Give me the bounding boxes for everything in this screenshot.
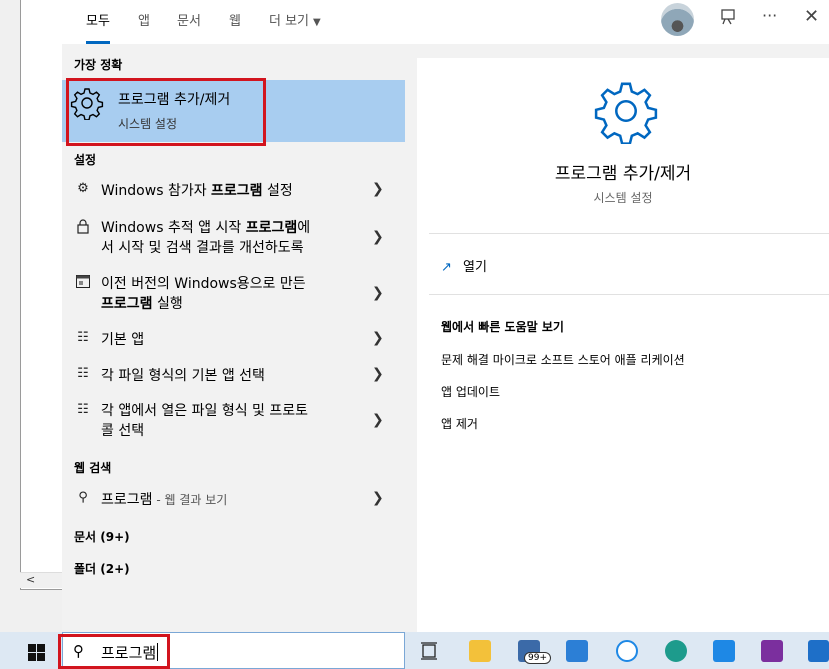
divider [429, 233, 829, 234]
list-item[interactable]: ☷ 각 앱에서 열은 파일 형식 및 프로토콜 선택 ❯ [62, 399, 405, 445]
list-item-label-part: 각 앱에서 열은 파일 형식 및 프로토 [101, 403, 309, 419]
chevron-right-icon[interactable]: ❯ [372, 490, 384, 506]
list-item-label-line2: 실행 [152, 296, 183, 312]
tab-web[interactable]: 웹 [229, 10, 241, 44]
detail-subtitle: 시스템 설정 [593, 191, 653, 205]
best-match-highlight-outline [66, 78, 266, 146]
list-item-label: 기본 앱 [101, 332, 145, 348]
tab-web-label: 웹 [229, 14, 241, 29]
avatar[interactable] [661, 3, 694, 36]
list-item[interactable]: Windows 추적 앱 시작 프로그램에서 시작 및 검색 결과를 개선하도록… [62, 216, 405, 262]
compat-window-icon [74, 275, 92, 292]
calendar-icon[interactable] [566, 640, 588, 662]
search-highlight-outline [58, 634, 170, 669]
store-icon[interactable] [713, 640, 735, 662]
background-window-content [20, 0, 62, 590]
list-icon: ☷ [77, 402, 89, 417]
windows-start-icon[interactable] [28, 644, 45, 661]
tab-apps[interactable]: 앱 [138, 10, 150, 44]
task-view-icon[interactable] [418, 640, 440, 662]
tab-all[interactable]: 모두 [86, 10, 110, 44]
list-item[interactable]: 이전 버전의 Windows용으로 만든프로그램 실행 ❯ [62, 272, 405, 318]
chevron-right-icon[interactable]: ❯ [372, 412, 384, 428]
web-search-item[interactable]: ⚲ 프로그램 - 웹 결과 보기 ❯ [62, 487, 405, 515]
list-item-label-part: 설정 [262, 183, 293, 199]
search-icon: ⚲ [78, 490, 88, 505]
chevron-right-icon[interactable]: ❯ [372, 366, 384, 382]
list-item-label-part: Windows 추적 앱 시작 [101, 220, 246, 236]
list-item[interactable]: ☷ 기본 앱 ❯ [62, 327, 405, 355]
list-item-label-part: Windows 참가자 [101, 183, 212, 199]
divider [429, 294, 829, 295]
tab-more[interactable]: 더 보기 ▼ [269, 10, 321, 44]
web-search-query: 프로그램 [101, 492, 153, 508]
tab-all-label: 모두 [86, 14, 110, 29]
list-item-label: 각 앱에서 열은 파일 형식 및 프로토콜 선택 [101, 401, 359, 441]
close-icon[interactable]: ✕ [804, 6, 819, 27]
section-documents[interactable]: 문서 (9+) [74, 528, 130, 545]
chevron-right-icon[interactable]: ❯ [372, 181, 384, 197]
web-help-link[interactable]: 앱 제거 [441, 415, 478, 432]
detail-panel: 프로그램 추가/제거 시스템 설정 ↗ 열기 웹에서 빠른 도움말 보기 문제 해… [417, 58, 829, 632]
more-options-icon[interactable]: ··· [762, 6, 777, 25]
mail-badge: 99+ [524, 652, 551, 664]
tab-more-label: 더 보기 [269, 14, 310, 29]
web-search-suffix: - 웹 결과 보기 [152, 493, 228, 507]
chevron-right-icon[interactable]: ❯ [372, 285, 384, 301]
lock-icon [74, 219, 92, 238]
edge-browser-icon[interactable] [665, 640, 687, 662]
scroll-left-icon[interactable]: < [26, 573, 35, 586]
onenote-icon[interactable] [761, 640, 783, 662]
list-item-label-bold: 프로그램 [245, 220, 298, 236]
chevron-right-icon[interactable]: ❯ [372, 330, 384, 346]
web-help-link[interactable]: 앱 업데이트 [441, 383, 500, 400]
web-help-link[interactable]: 문제 해결 마이크로 소프트 스토어 애플 리케이션 [441, 351, 685, 368]
open-external-icon: ↗ [441, 260, 452, 275]
background-window: < [0, 0, 62, 632]
list-item-label-line2: 콜 선택 [101, 423, 145, 439]
list-item-label-line2: 서 시작 및 검색 결과를 개선하도록 [101, 240, 304, 256]
list-item[interactable]: ⚙ Windows 참가자 프로그램 설정 ❯ [62, 178, 405, 206]
chevron-right-icon[interactable]: ❯ [372, 229, 384, 245]
list-item[interactable]: ☷ 각 파일 형식의 기본 앱 선택 ❯ [62, 363, 405, 391]
web-search-label: 프로그램 - 웹 결과 보기 [101, 490, 359, 510]
file-explorer-icon[interactable] [469, 640, 491, 662]
gear-icon [593, 78, 659, 145]
tab-documents-label: 문서 [177, 14, 201, 29]
search-flyout: 모두 앱 문서 웹 더 보기 ▼ ··· ✕ 가장 정확 프로그램 추가/제거 시… [62, 0, 829, 632]
list-item-label-part: 이전 버전의 Windows용으로 만든 [101, 276, 306, 292]
gear-icon: ⚙ [77, 181, 89, 196]
section-settings: 설정 [74, 153, 97, 167]
list-item-label: 이전 버전의 Windows용으로 만든프로그램 실행 [101, 274, 359, 314]
list-item-label: 각 파일 형식의 기본 앱 선택 [101, 368, 265, 384]
list-item-label-part: 에 [297, 220, 311, 236]
filter-tab-bar: 모두 앱 문서 웹 더 보기 ▼ ··· ✕ [62, 0, 829, 44]
internet-explorer-icon[interactable] [616, 640, 638, 662]
feedback-icon[interactable] [719, 8, 737, 30]
open-action[interactable]: ↗ 열기 [441, 256, 487, 275]
list-icon: ☷ [77, 366, 89, 381]
section-folders[interactable]: 폴더 (2+) [74, 560, 130, 577]
tab-documents[interactable]: 문서 [177, 10, 201, 44]
open-action-label: 열기 [463, 260, 487, 275]
tab-apps-label: 앱 [138, 14, 150, 29]
chevron-down-icon: ▼ [313, 17, 321, 28]
default-apps-icon: ☷ [77, 330, 89, 345]
web-help-header: 웹에서 빠른 도움말 보기 [441, 320, 564, 334]
list-item-label: Windows 참가자 프로그램 설정 [101, 181, 359, 201]
background-scrollbar[interactable]: < [20, 572, 62, 588]
app-icon[interactable] [808, 640, 829, 662]
list-item-label-bold: 프로그램 [211, 183, 263, 199]
section-best-match: 가장 정확 [74, 58, 123, 72]
list-item-label-bold: 프로그램 [101, 296, 153, 312]
detail-title: 프로그램 추가/제거 [554, 164, 692, 184]
list-item-label: Windows 추적 앱 시작 프로그램에서 시작 및 검색 결과를 개선하도록 [101, 218, 359, 258]
section-web-search: 웹 검색 [74, 461, 112, 475]
